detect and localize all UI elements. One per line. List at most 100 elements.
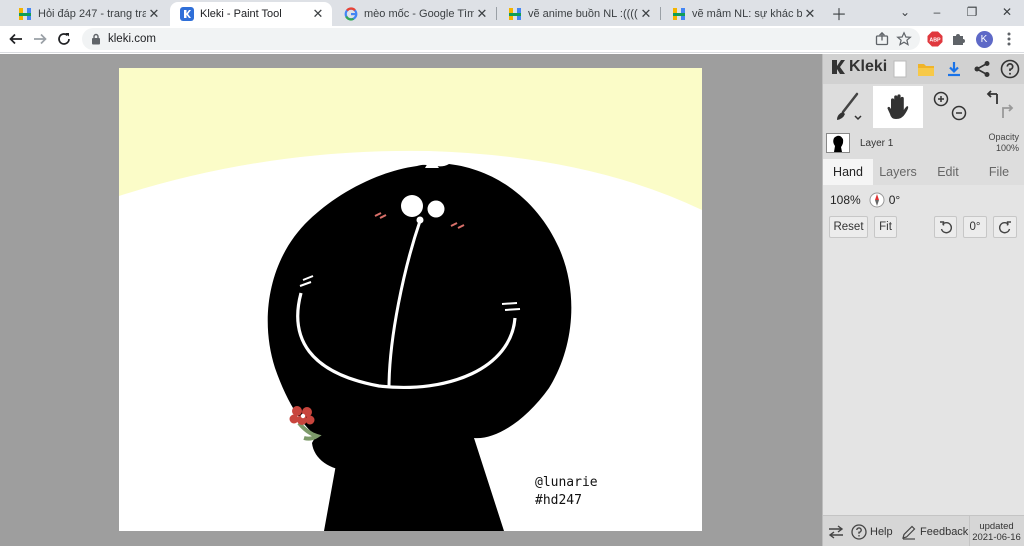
feedback-pencil-icon: [902, 525, 916, 540]
profile-initial: K: [975, 30, 993, 48]
current-layer-row[interactable]: Layer 1 Opacity 100%: [823, 130, 1024, 158]
brush-icon: [837, 92, 862, 121]
view-status: 108% 0°: [830, 192, 900, 208]
hand-icon: [887, 94, 909, 119]
browser-tab-strip: Hỏi đáp 247 - trang tra loi ✕ Kleki - Pa…: [0, 0, 1024, 26]
restore-button[interactable]: ❐: [955, 0, 989, 24]
kleki-logo-icon: [832, 60, 845, 74]
close-tab-icon[interactable]: ✕: [638, 6, 654, 22]
close-tab-icon[interactable]: ✕: [802, 6, 818, 22]
layer-thumbnail: [826, 133, 850, 153]
kleki-side-panel: Kleki Layer 1 Opacity 100% Hand Layers E…: [822, 54, 1024, 546]
new-tab-button[interactable]: ＋: [830, 4, 848, 24]
close-window-button[interactable]: ✕: [990, 0, 1024, 24]
reload-icon: [58, 33, 70, 45]
close-tab-icon[interactable]: ✕: [474, 6, 490, 22]
layer-name: Layer 1: [860, 138, 894, 149]
rotate-left-button[interactable]: [934, 216, 957, 238]
minimize-button[interactable]: –: [920, 0, 954, 24]
forward-arrow-icon: [34, 33, 47, 45]
browser-tab-kleki[interactable]: Kleki - Paint Tool ✕: [170, 2, 332, 26]
updated-label: updated: [979, 520, 1014, 532]
reset-view-button[interactable]: Reset: [829, 216, 868, 238]
feedback-label: Feedback: [920, 525, 969, 538]
undo-redo-buttons[interactable]: [977, 86, 1023, 128]
close-tab-icon[interactable]: ✕: [310, 6, 326, 22]
feedback-button[interactable]: Feedback: [901, 516, 968, 546]
url-text: kleki.com: [108, 33, 156, 45]
close-tab-icon[interactable]: ✕: [146, 6, 162, 22]
tab-separator: [496, 7, 497, 20]
browser-tab-google[interactable]: mèo mốc - Google Tìm kiếm ✕: [334, 2, 496, 26]
panel-tabs: Hand Layers Edit File: [823, 159, 1024, 185]
browser-tab-mam[interactable]: vẽ mẫm NL: sự khác biệt giữ ✕: [662, 2, 824, 26]
logo-text: Kleki: [849, 58, 888, 75]
download-icon: [948, 62, 960, 77]
hoidap-favicon-icon: [508, 7, 522, 21]
zoom-level: 108%: [830, 193, 861, 207]
tab-file[interactable]: File: [973, 159, 1024, 185]
back-button[interactable]: [6, 29, 26, 49]
creature-top-notch: [425, 162, 439, 168]
creature-eye-right: [427, 200, 445, 218]
save-image-button[interactable]: [943, 58, 965, 80]
tab-separator: [660, 7, 661, 20]
zoom-buttons[interactable]: [927, 86, 973, 128]
tab-search-icon[interactable]: ⌄: [888, 0, 922, 24]
lock-icon: [92, 33, 100, 45]
forward-button[interactable]: [30, 29, 50, 49]
bookmark-star-icon[interactable]: [896, 31, 912, 47]
rotate-right-button[interactable]: [993, 216, 1017, 238]
undo-redo-icon: [986, 90, 1014, 118]
signature-line-2: #hd247: [535, 493, 582, 508]
help-footer-button[interactable]: Help: [851, 516, 893, 546]
opacity-label: Opacity: [988, 132, 1019, 142]
folder-icon: [918, 64, 934, 76]
tab-title: mèo mốc - Google Tìm kiếm: [364, 8, 474, 20]
share-button[interactable]: [971, 58, 993, 80]
hoidap-favicon-icon: [672, 7, 686, 21]
drawing-canvas[interactable]: @lunarie #hd247: [119, 68, 702, 531]
zoom-in-out-icon: [933, 91, 967, 121]
panel-header: Kleki: [823, 54, 1024, 84]
browser-tab-anime[interactable]: vẽ anime buồn NL :(((( câu h ✕: [498, 2, 660, 26]
help-icon: [851, 523, 867, 540]
canvas-workspace[interactable]: @lunarie #hd247: [0, 54, 822, 546]
address-bar[interactable]: kleki.com: [82, 28, 920, 50]
profile-avatar[interactable]: K: [975, 30, 993, 48]
rotation-reset-button[interactable]: 0°: [963, 216, 987, 238]
new-image-button[interactable]: [889, 58, 911, 80]
extensions-puzzle-icon[interactable]: [950, 30, 968, 48]
tool-row: [823, 86, 1024, 128]
browser-tab-hoidap[interactable]: Hỏi đáp 247 - trang tra loi ✕: [8, 2, 168, 26]
rotate-right-icon: [998, 221, 1011, 234]
updated-date: 2021-06-16: [972, 531, 1021, 543]
reload-button[interactable]: [54, 29, 74, 49]
creature-eye-left: [401, 195, 423, 217]
tab-layers[interactable]: Layers: [873, 159, 923, 185]
back-arrow-icon: [9, 33, 22, 45]
hand-settings-panel: 108% 0° Reset Fit 0°: [823, 185, 1024, 515]
tab-title: vẽ mẫm NL: sự khác biệt giữ: [692, 8, 802, 20]
google-favicon-icon: [344, 7, 358, 21]
browser-toolbar: kleki.com ABP K: [0, 26, 1024, 53]
svg-text:ABP: ABP: [929, 37, 941, 43]
fit-view-button[interactable]: Fit: [874, 216, 897, 238]
hand-tool-button[interactable]: [873, 86, 923, 128]
tab-title: Kleki - Paint Tool: [200, 8, 282, 20]
help-label: Help: [870, 525, 893, 538]
changelog-button[interactable]: updated 2021-06-16: [969, 516, 1023, 546]
adblock-extension-icon[interactable]: ABP: [926, 30, 944, 48]
tab-edit[interactable]: Edit: [923, 159, 973, 185]
artwork-illustration: @lunarie #hd247: [119, 68, 702, 531]
swap-panel-button[interactable]: [828, 516, 844, 546]
share-page-icon[interactable]: [874, 31, 890, 47]
open-image-button[interactable]: [915, 58, 937, 80]
browser-menu-icon[interactable]: [1000, 30, 1018, 48]
tab-hand[interactable]: Hand: [823, 159, 873, 185]
nose-dot: [416, 216, 424, 224]
help-button[interactable]: [999, 58, 1021, 80]
hoidap-favicon-icon: [18, 7, 32, 21]
opacity-value: 100%: [995, 143, 1019, 153]
brush-tool-button[interactable]: [823, 86, 873, 128]
